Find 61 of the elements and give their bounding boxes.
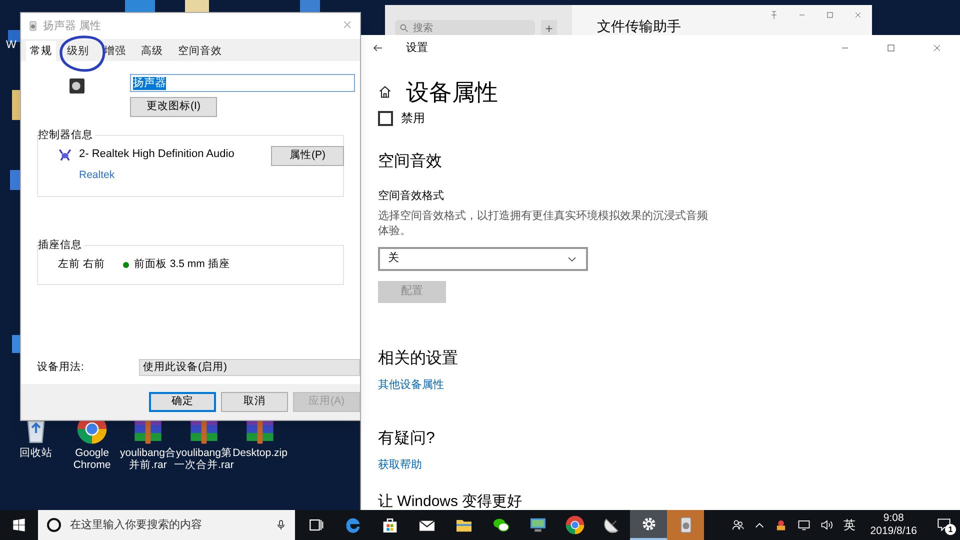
page-heading: 设备属性 bbox=[406, 78, 498, 107]
channel-label: 左前 右前 bbox=[58, 257, 105, 272]
checkbox-label: 禁用 bbox=[401, 110, 425, 127]
dialog-button[interactable]: 确定 bbox=[149, 392, 216, 412]
vendor-link[interactable]: Realtek bbox=[79, 168, 234, 184]
tab[interactable]: 级别 bbox=[63, 41, 93, 61]
taskbar-search-box[interactable]: 在这里输入你要搜索的内容 bbox=[38, 510, 295, 540]
network-icon[interactable] bbox=[797, 518, 812, 532]
description-text: 选择空间音效格式，以打造拥有更佳真实环境模拟效果的沉浸式音频体验。 bbox=[378, 208, 709, 238]
tab[interactable]: 空间音效 bbox=[174, 41, 226, 61]
desktop-icon-label: W bbox=[6, 40, 16, 51]
device-name: 2- Realtek High Definition Audio bbox=[79, 147, 234, 162]
search-box[interactable]: 搜索 bbox=[395, 20, 535, 36]
change-icon-button[interactable]: 更改图标(I) bbox=[130, 97, 217, 117]
desktop-icon bbox=[12, 90, 20, 120]
window-title: 扬声器 属性 bbox=[43, 18, 102, 34]
desktop-icon bbox=[8, 30, 20, 42]
format-dropdown[interactable]: 关 bbox=[378, 246, 588, 270]
tab[interactable]: 常规 bbox=[26, 41, 56, 61]
search-icon bbox=[399, 23, 409, 33]
taskbar-search-field[interactable]: 在这里输入你要搜索的内容 bbox=[70, 514, 267, 536]
crab-icon bbox=[57, 147, 73, 163]
settings-link[interactable]: 其他设备属性 bbox=[378, 376, 444, 393]
checkbox[interactable] bbox=[378, 110, 393, 126]
microphone-icon bbox=[275, 519, 287, 531]
speaker-icon bbox=[27, 20, 39, 32]
speaker-icon bbox=[67, 76, 87, 96]
dialog-button[interactable]: 取消 bbox=[221, 392, 288, 412]
usage-dropdown[interactable]: 使用此设备(启用) bbox=[139, 359, 360, 376]
home-icon[interactable] bbox=[378, 85, 392, 99]
volume-icon[interactable] bbox=[820, 518, 834, 532]
input-method-indicator[interactable]: 英 bbox=[843, 516, 856, 534]
properties-button[interactable]: 属性(P) bbox=[271, 146, 344, 166]
clock-date[interactable]: 2019/8/16 bbox=[870, 525, 917, 538]
tab[interactable]: 高级 bbox=[137, 41, 167, 61]
notification-icon[interactable] bbox=[936, 518, 952, 532]
help-link[interactable]: 获取帮助 bbox=[378, 457, 422, 474]
name-field[interactable]: 扬声器 bbox=[130, 74, 355, 92]
people-icon[interactable] bbox=[731, 518, 746, 532]
field-label: 设备用法: bbox=[37, 360, 85, 375]
chat-title: 文件传输助手 bbox=[597, 19, 681, 33]
back-arrow-icon[interactable] bbox=[372, 42, 384, 54]
chrome-icon[interactable] bbox=[564, 515, 584, 535]
windows-logo-icon[interactable] bbox=[12, 518, 26, 532]
maximize-icon[interactable] bbox=[885, 42, 897, 54]
desktop-icon bbox=[10, 170, 20, 190]
section-heading: 让 Windows 变得更好 bbox=[378, 494, 522, 510]
section-heading: 相关的设置 bbox=[378, 348, 458, 368]
search-field[interactable]: 搜索 bbox=[413, 20, 523, 36]
circle-icon bbox=[46, 517, 62, 533]
add-button[interactable]: + bbox=[541, 20, 557, 36]
close-icon[interactable] bbox=[931, 42, 943, 54]
desktop-icon bbox=[12, 335, 20, 353]
field-label: 空间音效格式 bbox=[378, 188, 444, 204]
clock-time[interactable]: 9:08 bbox=[883, 512, 904, 525]
desktop-icon-label[interactable]: 回收站 bbox=[6, 447, 66, 459]
notification-badge: 1 bbox=[945, 524, 956, 535]
section-heading: 空间音效 bbox=[378, 152, 442, 172]
jack-label: 前面板 3.5 mm 插座 bbox=[134, 257, 230, 272]
section-heading: 有疑问? bbox=[378, 429, 435, 449]
window-title: 设置 bbox=[406, 40, 428, 56]
